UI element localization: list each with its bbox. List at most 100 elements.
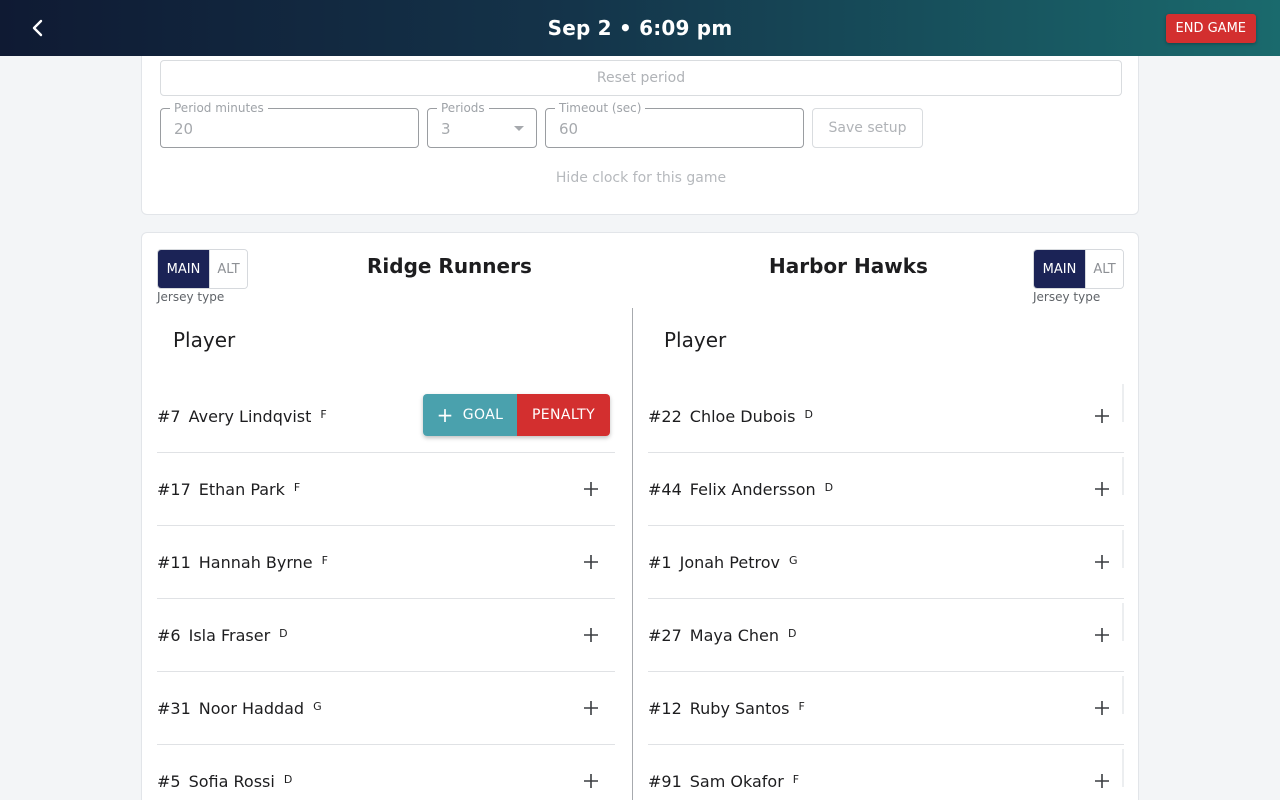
player-row[interactable]: #44 Felix Andersson D bbox=[648, 453, 1124, 526]
player-position: D bbox=[283, 772, 293, 786]
home-player-header: Player bbox=[173, 328, 236, 352]
teams-card: MAIN ALT Jersey type Ridge Runners Harbo… bbox=[141, 232, 1139, 800]
periods-label: Periods bbox=[437, 101, 489, 115]
player-row[interactable]: #22 Chloe Dubois D bbox=[648, 380, 1124, 453]
penalty-button[interactable]: PENALTY bbox=[517, 394, 610, 436]
player-position: D bbox=[804, 407, 813, 421]
timeout-label: Timeout (sec) bbox=[555, 101, 646, 115]
player-name: Avery Lindqvist bbox=[188, 406, 312, 426]
player-row[interactable]: #7 Avery Lindqvist F + GOAL PENALTY bbox=[157, 380, 615, 453]
away-jersey-toggle: MAIN ALT bbox=[1033, 249, 1124, 289]
hide-clock-link[interactable]: Hide clock for this game bbox=[142, 170, 1140, 186]
top-app-bar: Sep 2 • 6:09 pm END GAME bbox=[0, 0, 1280, 56]
periods-value: 3 bbox=[441, 120, 451, 138]
plus-icon bbox=[1095, 409, 1109, 423]
player-position: F bbox=[798, 699, 805, 713]
home-jersey-alt[interactable]: ALT bbox=[209, 250, 247, 288]
player-name: Noor Haddad bbox=[198, 698, 305, 718]
away-jersey-caption: Jersey type bbox=[1033, 290, 1101, 304]
plus-icon: + bbox=[436, 403, 454, 427]
player-row[interactable]: #12 Ruby Santos F bbox=[648, 672, 1124, 745]
add-event-button[interactable] bbox=[1088, 402, 1116, 430]
team-divider bbox=[632, 308, 633, 800]
home-jersey-main[interactable]: MAIN bbox=[158, 250, 209, 288]
player-name: Chloe Dubois bbox=[689, 406, 796, 426]
period-minutes-value: 20 bbox=[174, 120, 194, 138]
home-team-name: Ridge Runners bbox=[367, 254, 532, 278]
plus-icon bbox=[1095, 701, 1109, 715]
timeout-field[interactable]: Timeout (sec) 60 bbox=[545, 101, 804, 148]
reset-period-button[interactable]: Reset period bbox=[160, 60, 1122, 96]
player-number: #6 bbox=[157, 625, 181, 645]
player-number: #7 bbox=[157, 406, 181, 426]
player-row[interactable]: #1 Jonah Petrov G bbox=[648, 526, 1124, 599]
add-event-button[interactable] bbox=[1088, 475, 1116, 503]
player-number: #11 bbox=[157, 552, 191, 572]
player-row[interactable]: #5 Sofia Rossi D bbox=[157, 745, 615, 800]
add-event-button[interactable] bbox=[577, 548, 605, 576]
add-event-button[interactable] bbox=[1088, 767, 1116, 795]
player-name: Sam Okafor bbox=[689, 771, 784, 791]
player-name: Ethan Park bbox=[198, 479, 285, 499]
player-number: #12 bbox=[648, 698, 682, 718]
add-event-button[interactable] bbox=[577, 621, 605, 649]
plus-icon bbox=[1095, 555, 1109, 569]
home-jersey-toggle: MAIN ALT bbox=[157, 249, 248, 289]
player-position: D bbox=[279, 626, 288, 640]
timeout-value: 60 bbox=[559, 120, 579, 138]
player-number: #91 bbox=[648, 771, 682, 791]
add-event-button[interactable] bbox=[577, 694, 605, 722]
away-jersey-main[interactable]: MAIN bbox=[1034, 250, 1085, 288]
away-team-name: Harbor Hawks bbox=[769, 254, 928, 278]
player-name: Hannah Byrne bbox=[198, 552, 313, 572]
player-row[interactable]: #6 Isla Fraser D bbox=[157, 599, 615, 672]
player-name: Isla Fraser bbox=[188, 625, 271, 645]
player-name: Felix Andersson bbox=[689, 479, 816, 499]
player-row[interactable]: #17 Ethan Park F bbox=[157, 453, 615, 526]
player-name: Sofia Rossi bbox=[188, 771, 275, 791]
add-event-button[interactable] bbox=[577, 475, 605, 503]
player-row[interactable]: #31 Noor Haddad G bbox=[157, 672, 615, 745]
plus-icon bbox=[584, 774, 598, 788]
home-roster: Player #7 Avery Lindqvist F + GOAL PENALT… bbox=[157, 308, 615, 800]
goal-button[interactable]: + GOAL bbox=[423, 394, 517, 436]
add-event-button[interactable] bbox=[1088, 694, 1116, 722]
end-game-button[interactable]: END GAME bbox=[1165, 14, 1256, 43]
add-event-button[interactable] bbox=[1088, 621, 1116, 649]
player-number: #1 bbox=[648, 552, 672, 572]
home-jersey-caption: Jersey type bbox=[157, 290, 225, 304]
add-event-button[interactable] bbox=[577, 767, 605, 795]
plus-icon bbox=[1095, 628, 1109, 642]
away-jersey-alt[interactable]: ALT bbox=[1085, 250, 1123, 288]
player-number: #17 bbox=[157, 479, 191, 499]
player-position: F bbox=[293, 480, 301, 494]
player-position: F bbox=[792, 772, 800, 786]
clock-setup-card: Reset period Period minutes 20 Periods 3… bbox=[141, 40, 1139, 215]
player-number: #31 bbox=[157, 698, 191, 718]
player-row[interactable]: #27 Maya Chen D bbox=[648, 599, 1124, 672]
caret-down-icon bbox=[514, 126, 524, 131]
player-number: #27 bbox=[648, 625, 682, 645]
away-player-header: Player bbox=[664, 328, 727, 352]
period-minutes-field[interactable]: Period minutes 20 bbox=[160, 101, 419, 148]
save-setup-button[interactable]: Save setup bbox=[812, 108, 923, 148]
player-name: Ruby Santos bbox=[689, 698, 790, 718]
player-position: F bbox=[321, 553, 328, 567]
goal-label: GOAL bbox=[462, 407, 504, 423]
player-position: G bbox=[788, 553, 798, 567]
player-name: Jonah Petrov bbox=[679, 552, 780, 572]
player-name: Maya Chen bbox=[689, 625, 780, 645]
player-row[interactable]: #11 Hannah Byrne F bbox=[157, 526, 615, 599]
player-position: G bbox=[313, 699, 322, 713]
player-row[interactable]: #91 Sam Okafor F bbox=[648, 745, 1124, 800]
player-number: #22 bbox=[648, 406, 682, 426]
game-datetime-title: Sep 2 • 6:09 pm bbox=[547, 16, 733, 40]
player-number: #44 bbox=[648, 479, 682, 499]
player-position: D bbox=[824, 480, 834, 494]
back-button[interactable] bbox=[22, 12, 54, 44]
periods-select[interactable]: Periods 3 bbox=[427, 101, 537, 148]
chevron-left-icon bbox=[32, 19, 43, 37]
player-position: D bbox=[788, 626, 797, 640]
plus-icon bbox=[1095, 482, 1109, 496]
add-event-button[interactable] bbox=[1088, 548, 1116, 576]
